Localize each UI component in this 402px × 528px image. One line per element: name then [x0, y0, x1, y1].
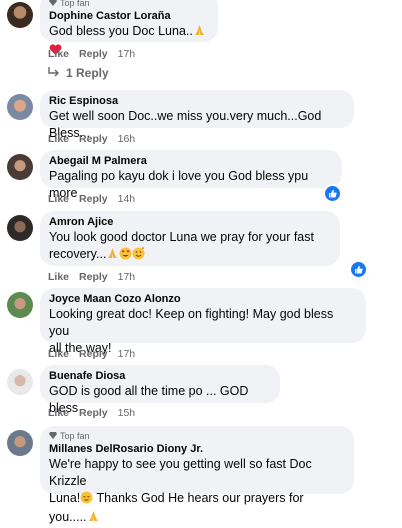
comment-actions: Like Reply 17h — [48, 348, 135, 360]
replies-count[interactable]: 1 Reply — [66, 66, 109, 80]
top-fan-badge: Top fan — [49, 431, 344, 442]
top-fan-badge: Top fan — [49, 0, 208, 9]
commenter-name[interactable]: Amron Ajice — [49, 215, 330, 229]
avatar[interactable] — [7, 292, 33, 318]
reply-arrow-icon — [48, 66, 60, 80]
comment-bubble: Top fan Dophine Castor Loraña God bless … — [40, 0, 218, 55]
relieved-face-icon — [80, 491, 93, 509]
praying-hands-icon — [87, 510, 100, 528]
like-button[interactable]: Like — [48, 133, 69, 145]
reply-button[interactable]: Reply — [79, 348, 108, 360]
timestamp[interactable]: 15h — [118, 407, 136, 419]
timestamp[interactable]: 17h — [118, 348, 136, 360]
avatar[interactable] — [7, 154, 33, 180]
reply-button[interactable]: Reply — [79, 407, 108, 419]
comment-actions: Like Reply 14h — [48, 193, 135, 205]
comment-bubble: Top fan Millanes DelRosario Diony Jr. We… — [40, 426, 354, 524]
praying-hands-icon — [193, 24, 206, 42]
view-replies-link[interactable]: 1 Reply — [48, 66, 109, 80]
like-button[interactable]: Like — [48, 48, 69, 60]
commenter-name[interactable]: Millanes DelRosario Diony Jr. — [49, 442, 344, 456]
reply-button[interactable]: Reply — [79, 48, 108, 60]
reply-button[interactable]: Reply — [79, 271, 108, 283]
praying-hands-icon — [106, 247, 119, 265]
comment-actions: Like Reply 17h — [48, 48, 135, 60]
comment-bubble: Abegail M Palmera Pagaling po kayu dok i… — [40, 150, 342, 200]
like-button[interactable]: Like — [48, 193, 69, 205]
commenter-name[interactable]: Buenafe Diosa — [49, 369, 270, 383]
avatar[interactable] — [7, 369, 33, 395]
diamond-icon — [49, 431, 57, 442]
avatar[interactable] — [7, 2, 33, 28]
like-reaction-icon[interactable] — [349, 260, 368, 279]
comment-text: We're happy to see you getting well so f… — [49, 456, 344, 528]
comment-bubble: Amron Ajice You look good doctor Luna we… — [40, 211, 340, 266]
badge-label: Top fan — [60, 431, 90, 441]
avatar[interactable] — [7, 430, 33, 456]
timestamp[interactable]: 14h — [118, 193, 136, 205]
timestamp[interactable]: 16h — [118, 133, 136, 145]
commenter-name[interactable]: Ric Espinosa — [49, 94, 344, 108]
comment-bubble: Joyce Maan Cozo Alonzo Looking great doc… — [40, 288, 366, 355]
reply-button[interactable]: Reply — [79, 193, 108, 205]
comment-text: You look good doctor Luna we pray for yo… — [49, 229, 330, 265]
commenter-name[interactable]: Dophine Castor Loraña — [49, 9, 208, 23]
comment-bubble: Buenafe Diosa GOD is good all the time p… — [40, 365, 280, 415]
timestamp[interactable]: 17h — [118, 271, 136, 283]
avatar[interactable] — [7, 94, 33, 120]
smiling-hearts-icon — [132, 247, 145, 265]
timestamp[interactable]: 17h — [118, 48, 136, 60]
like-button[interactable]: Like — [48, 348, 69, 360]
comment-actions: Like Reply 16h — [48, 133, 135, 145]
commenter-name[interactable]: Abegail M Palmera — [49, 154, 332, 168]
avatar[interactable] — [7, 215, 33, 241]
comment-actions: Like Reply 15h — [48, 407, 135, 419]
badge-label: Top fan — [60, 0, 90, 8]
diamond-icon — [49, 0, 57, 9]
commenter-name[interactable]: Joyce Maan Cozo Alonzo — [49, 292, 356, 306]
reply-button[interactable]: Reply — [79, 133, 108, 145]
like-button[interactable]: Like — [48, 407, 69, 419]
heart-eyes-icon — [119, 247, 132, 265]
comment-bubble: Ric Espinosa Get well soon Doc..we miss … — [40, 90, 354, 140]
comment-actions: Like Reply 17h — [48, 271, 135, 283]
like-button[interactable]: Like — [48, 271, 69, 283]
like-reaction-icon[interactable] — [323, 184, 342, 203]
